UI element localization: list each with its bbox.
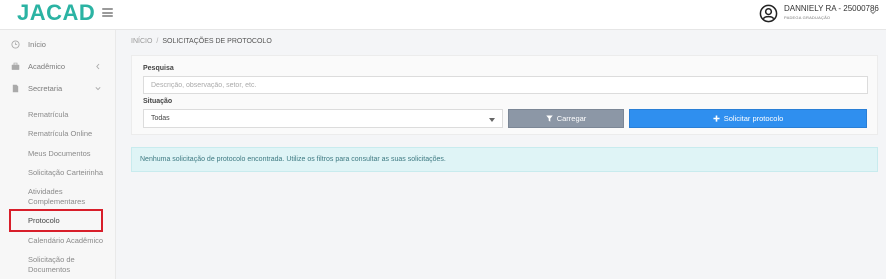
sidebar-subitem-solicitacao-carteirinha[interactable]: Solicitação Carteirinha: [0, 168, 116, 178]
status-selected-value: Todas: [151, 115, 170, 122]
sidebar-subitem-solicitacao-documentos[interactable]: Solicitação de Documentos: [0, 255, 116, 275]
breadcrumb: INÍCIO / SOLICITAÇÕES DE PROTOCOLO: [131, 38, 272, 45]
sidebar: Início Acadêmico Secretaria Rematrícula …: [0, 30, 116, 279]
filter-icon: [545, 115, 553, 122]
sidebar-item-inicio[interactable]: Início: [0, 35, 116, 55]
sidebar-item-label: Início: [28, 40, 46, 49]
load-button-label: Carregar: [556, 114, 587, 123]
clock-icon: [11, 40, 20, 49]
chevron-left-icon: [96, 63, 100, 70]
sidebar-subitem-label: Meus Documentos: [28, 149, 91, 158]
sidebar-item-label: Secretaria: [28, 84, 63, 93]
search-label: Pesquisa: [143, 65, 174, 72]
sidebar-subitem-calendario-academico[interactable]: Calendário Acadêmico: [0, 236, 116, 246]
user-avatar-icon: [759, 4, 778, 23]
search-input[interactable]: [143, 76, 868, 94]
chevron-down-icon: [95, 86, 101, 91]
sidebar-subitem-label: Calendário Acadêmico: [28, 236, 104, 245]
sidebar-subitem-label: Rematrícula Online: [28, 129, 93, 138]
sidebar-subitem-atividades-complementares[interactable]: Atividades Complementares: [0, 187, 116, 207]
plus-icon: [713, 115, 720, 122]
sidebar-item-academico[interactable]: Acadêmico: [0, 57, 116, 77]
filter-panel: Pesquisa Situação Todas Carregar Solicit…: [131, 55, 878, 135]
active-item-highlight: [9, 209, 103, 232]
menu-toggle-icon[interactable]: [102, 8, 113, 17]
top-header: JACAD DANNIELY RA - 25000786 PADEGA GRAD…: [0, 0, 886, 30]
breadcrumb-current: SOLICITAÇÕES DE PROTOCOLO: [162, 38, 272, 45]
sidebar-subitem-label: Atividades Complementares: [28, 187, 86, 206]
document-icon: [12, 84, 19, 93]
sidebar-item-secretaria[interactable]: Secretaria: [0, 79, 116, 99]
sidebar-subitem-rematricula-online[interactable]: Rematrícula Online: [0, 129, 116, 139]
user-subtitle: PADEGA GRADUAÇÃO: [784, 15, 831, 20]
user-name: DANNIELY RA - 25000786: [784, 4, 879, 13]
chevron-down-icon: [870, 10, 876, 15]
briefcase-icon: [11, 62, 20, 70]
sidebar-subitem-label: Rematrícula: [28, 110, 69, 119]
status-label: Situação: [143, 98, 173, 105]
sidebar-subitem-label: Solicitação de Documentos: [28, 255, 75, 274]
alert-message: Nenhuma solicitação de protocolo encontr…: [140, 156, 446, 163]
logo-text: JACAD: [17, 0, 96, 25]
sidebar-subitem-meus-documentos[interactable]: Meus Documentos: [0, 149, 116, 159]
jacad-logo[interactable]: JACAD: [17, 0, 95, 26]
caret-down-icon: [489, 118, 495, 122]
request-protocol-button-label: Solicitar protocolo: [723, 114, 784, 123]
breadcrumb-root[interactable]: INÍCIO: [131, 38, 152, 45]
sidebar-subitem-label: Solicitação Carteirinha: [28, 168, 104, 177]
breadcrumb-separator: /: [156, 38, 159, 45]
status-select[interactable]: Todas: [143, 109, 503, 128]
load-button[interactable]: Carregar: [508, 109, 624, 128]
user-menu[interactable]: DANNIELY RA - 25000786 PADEGA GRADUAÇÃO: [759, 3, 879, 25]
empty-results-alert: Nenhuma solicitação de protocolo encontr…: [131, 147, 878, 172]
sidebar-item-label: Acadêmico: [28, 62, 66, 71]
request-protocol-button[interactable]: Solicitar protocolo: [629, 109, 867, 128]
sidebar-subitem-rematricula[interactable]: Rematrícula: [0, 110, 116, 120]
